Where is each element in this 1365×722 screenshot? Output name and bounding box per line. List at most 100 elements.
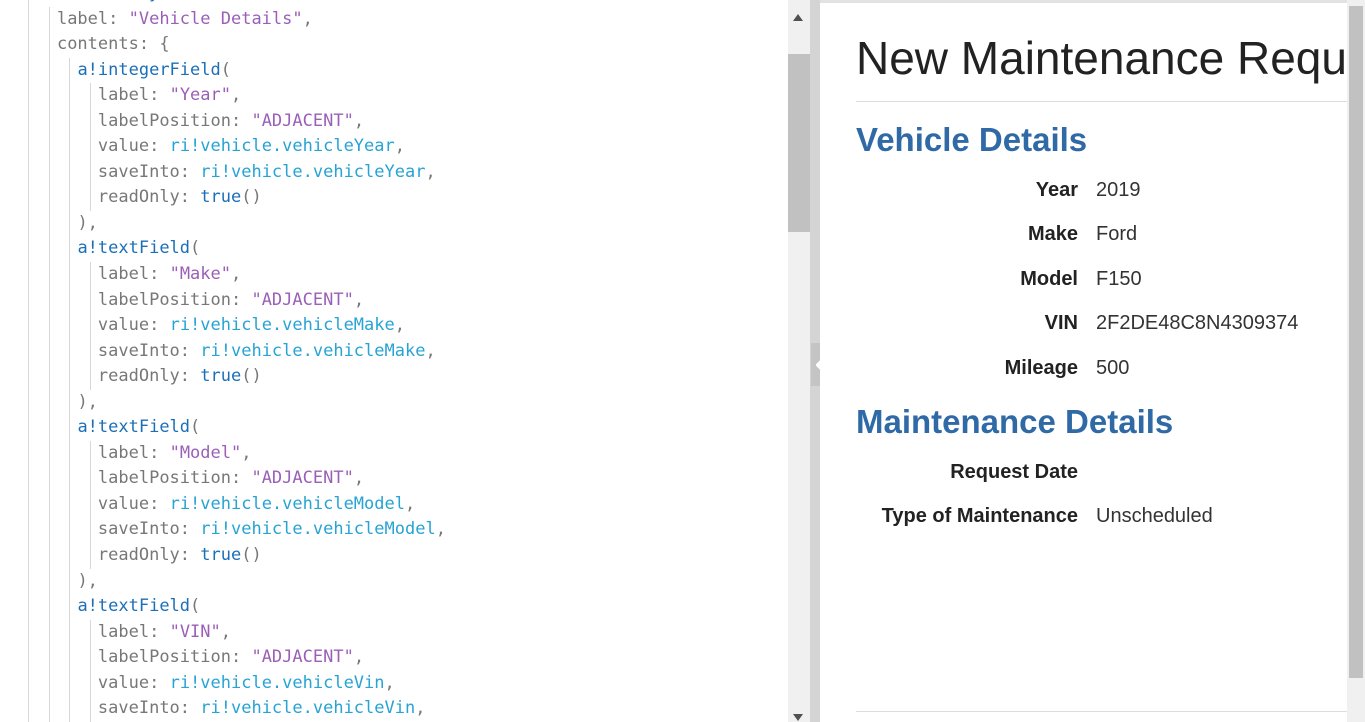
indent-guide — [28, 313, 30, 339]
indent-guide — [28, 134, 30, 160]
indent-guide — [69, 594, 71, 620]
indent-guide — [89, 338, 91, 365]
code-line[interactable]: ), — [0, 389, 788, 416]
indent-guide — [48, 313, 50, 339]
code-token: : — [230, 647, 252, 668]
code-token: : — [179, 698, 201, 719]
code-token: , — [220, 621, 232, 642]
code-line[interactable]: label: "Vehicle Details", — [0, 6, 788, 33]
field-label: Model — [1020, 268, 1078, 290]
code-token: , — [415, 698, 426, 719]
field-model: Model F150 — [820, 268, 1347, 298]
indent-guide — [69, 696, 71, 722]
code-token: true — [200, 366, 242, 387]
code-line[interactable]: label: "Year", — [0, 83, 788, 109]
code-line[interactable]: saveInto: ri!vehicle.vehicleMake, — [0, 338, 788, 365]
code-line[interactable]: a!textField( — [0, 236, 788, 263]
indent-guide — [48, 415, 50, 441]
code-line[interactable]: a!textField( — [0, 594, 788, 620]
indent-guide — [48, 594, 50, 620]
code-line[interactable]: readOnly: true() — [0, 364, 788, 390]
code-token: , — [394, 136, 405, 157]
code-line[interactable]: label: "VIN", — [0, 619, 788, 646]
editor-scrollbar[interactable] — [788, 0, 810, 722]
code-line[interactable]: value: ri!vehicle.vehicleMake, — [0, 313, 788, 339]
code-line[interactable]: ), — [0, 568, 788, 595]
code-line[interactable]: saveInto: ri!vehicle.vehicleYear, — [0, 159, 788, 186]
code-line[interactable]: readOnly: true() — [0, 543, 788, 569]
field-value: 2019 — [1096, 179, 1141, 201]
indent-guide — [28, 83, 30, 109]
code-content: label: "Make", — [98, 262, 241, 288]
scroll-down-arrow-icon[interactable] — [793, 714, 803, 721]
indent-guide — [89, 491, 91, 518]
field-value: F150 — [1096, 268, 1142, 290]
indent-guide — [28, 440, 30, 467]
section-heading-maintenance-details: Maintenance Details — [856, 403, 1174, 440]
editor-scroll-thumb[interactable] — [788, 54, 810, 232]
code-token: "Make" — [169, 264, 231, 285]
code-line[interactable]: value: ri!vehicle.vehicleVin, — [0, 670, 788, 697]
code-line[interactable]: labelPosition: "ADJACENT", — [0, 287, 788, 314]
code-line[interactable]: readOnly: true() — [0, 185, 788, 211]
code-line[interactable]: a!integerField( — [0, 57, 788, 84]
indent-guide — [28, 262, 30, 288]
section-heading-vehicle-details: Vehicle Details — [856, 121, 1088, 158]
code-line[interactable]: labelPosition: "ADJACENT", — [0, 466, 788, 492]
code-token: ri!vehicle.vehicleYear — [200, 161, 426, 182]
bottom-divider — [856, 711, 1347, 712]
code-token: saveInto — [97, 340, 180, 361]
indent-guide — [69, 645, 71, 671]
code-token: label — [97, 264, 150, 285]
code-lines[interactable]: a!sectionLayout(label: "Vehicle Details"… — [0, 0, 788, 722]
code-token: () — [241, 187, 262, 208]
code-token: value — [97, 672, 150, 693]
code-line[interactable]: labelPosition: "ADJACENT", — [0, 645, 788, 671]
preview-scrollbar[interactable] — [1347, 0, 1365, 722]
code-line[interactable]: labelPosition: "ADJACENT", — [0, 108, 788, 135]
indent-guide — [89, 159, 91, 186]
indent-guide — [69, 389, 71, 416]
code-token: , — [425, 340, 436, 361]
code-token: value — [97, 493, 150, 514]
indent-guide — [89, 440, 91, 467]
code-token: ri!vehicle.vehicleMake — [169, 315, 395, 336]
expression-editor[interactable]: a!sectionLayout(label: "Vehicle Details"… — [0, 0, 788, 722]
code-content: a!integerField( — [77, 58, 231, 84]
field-label: VIN — [1044, 312, 1078, 334]
indent-guide — [28, 619, 30, 646]
indent-guide — [28, 543, 30, 569]
scroll-up-arrow-icon[interactable] — [793, 14, 803, 21]
indent-guide — [28, 287, 30, 314]
code-token: () — [241, 366, 262, 387]
code-line[interactable]: label: "Model", — [0, 440, 788, 467]
indent-guide — [28, 210, 30, 237]
code-line[interactable]: saveInto: ri!vehicle.vehicleModel, — [0, 517, 788, 544]
code-token: saveInto — [97, 698, 180, 719]
indent-guide — [69, 57, 71, 84]
code-token: : { — [138, 34, 170, 55]
code-content: ), — [77, 211, 97, 237]
code-line[interactable]: value: ri!vehicle.vehicleYear, — [0, 134, 788, 160]
indent-guide — [28, 108, 30, 135]
code-token: , — [353, 289, 365, 310]
preview-scroll-thumb[interactable] — [1349, 6, 1363, 678]
indent-guide — [89, 619, 91, 646]
indent-guide — [48, 262, 50, 288]
indent-guide — [89, 543, 91, 569]
code-content: ), — [77, 569, 97, 595]
field-label: Request Date — [950, 461, 1078, 483]
indent-guide — [89, 134, 91, 160]
code-line[interactable]: contents: { — [0, 32, 788, 58]
code-line[interactable]: ), — [0, 210, 788, 237]
code-token: labelPosition — [97, 468, 231, 489]
indent-guide — [28, 236, 30, 263]
code-line[interactable]: value: ri!vehicle.vehicleModel, — [0, 491, 788, 518]
code-line[interactable]: label: "Make", — [0, 262, 788, 288]
code-line[interactable]: a!textField( — [0, 415, 788, 441]
indent-guide — [48, 338, 50, 365]
code-token: labelPosition — [97, 647, 231, 668]
code-line[interactable]: saveInto: ri!vehicle.vehicleVin, — [0, 696, 788, 722]
indent-guide — [69, 568, 71, 595]
field-type-of-maintenance: Type of Maintenance Unscheduled — [820, 505, 1347, 535]
